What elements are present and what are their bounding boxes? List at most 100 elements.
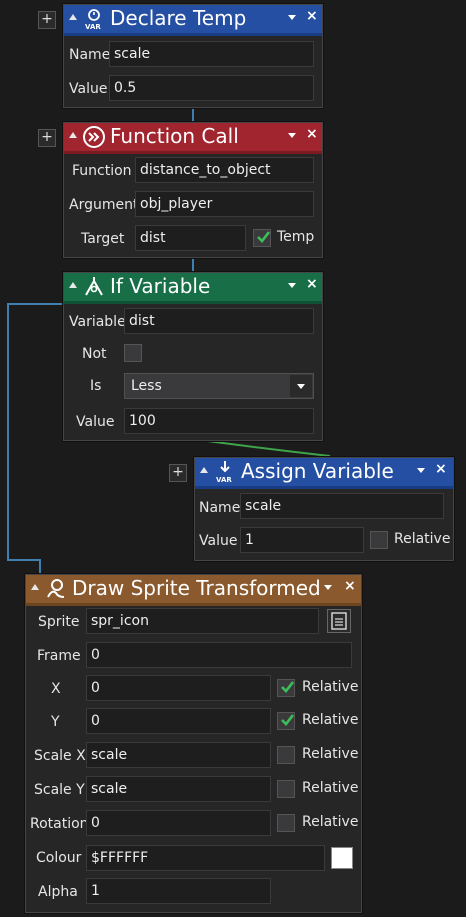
- is-dropdown-value: Less: [131, 378, 162, 394]
- variable-label: Variable: [69, 314, 126, 330]
- block-title: Draw Sprite Transformed: [72, 576, 321, 600]
- block-menu-icon[interactable]: [417, 468, 425, 473]
- colour-swatch[interactable]: [331, 847, 353, 869]
- relative-label: Relative: [302, 679, 359, 695]
- name-label: Name: [199, 500, 241, 516]
- chevron-down-icon[interactable]: [290, 375, 312, 397]
- declare-temp-header[interactable]: VAR Declare Temp ×: [64, 5, 322, 36]
- colour-field[interactable]: $FFFFFF: [86, 845, 325, 871]
- not-checkbox[interactable]: [124, 344, 142, 362]
- name-label: Name: [69, 47, 111, 63]
- collapse-icon[interactable]: [69, 282, 77, 288]
- if-variable-block[interactable]: If Variable × Variable dist Not Is Less …: [63, 272, 323, 441]
- add-block-button[interactable]: +: [169, 464, 187, 482]
- close-icon[interactable]: ×: [306, 8, 318, 24]
- target-field[interactable]: dist: [135, 225, 246, 251]
- add-block-button[interactable]: +: [38, 129, 56, 147]
- block-menu-icon[interactable]: [288, 133, 296, 138]
- collapse-icon[interactable]: [69, 132, 77, 138]
- variable-field[interactable]: dist: [124, 308, 314, 334]
- scale-x-relative-checkbox[interactable]: [277, 746, 295, 764]
- frame-label: Frame: [37, 648, 81, 664]
- relative-label: Relative: [302, 780, 359, 796]
- scale-y-relative-checkbox[interactable]: [277, 780, 295, 798]
- wire-if-to-draw-sprite: [7, 303, 64, 576]
- function-call-block[interactable]: Function Call × Function distance_to_obj…: [63, 122, 323, 258]
- sprite-list-icon: [331, 612, 347, 630]
- block-menu-icon[interactable]: [288, 283, 296, 288]
- function-label: Function: [72, 163, 132, 179]
- sprite-field[interactable]: spr_icon: [86, 608, 319, 634]
- var-download-icon: VAR: [216, 461, 232, 484]
- scale-y-label: Scale Y: [34, 782, 85, 798]
- rotation-relative-checkbox[interactable]: [277, 814, 295, 832]
- name-field[interactable]: scale: [240, 493, 444, 519]
- close-icon[interactable]: ×: [344, 578, 356, 594]
- y-label: Y: [51, 714, 60, 730]
- x-field[interactable]: 0: [86, 675, 271, 701]
- rotation-field[interactable]: 0: [86, 810, 271, 836]
- close-icon[interactable]: ×: [306, 276, 318, 292]
- argument-label: Argument: [69, 197, 139, 213]
- not-label: Not: [82, 346, 107, 362]
- branch-icon: [85, 277, 103, 296]
- relative-label: Relative: [302, 814, 359, 830]
- collapse-icon[interactable]: [69, 14, 77, 20]
- sprite-brush-icon: [47, 579, 65, 598]
- relative-label: Relative: [394, 531, 451, 547]
- value-field[interactable]: 0.5: [109, 75, 314, 101]
- close-icon[interactable]: ×: [435, 461, 447, 477]
- close-icon[interactable]: ×: [306, 126, 318, 142]
- svg-text:VAR: VAR: [85, 23, 101, 31]
- relative-checkbox[interactable]: [370, 531, 388, 549]
- scale-x-label: Scale X: [34, 748, 86, 764]
- block-menu-icon[interactable]: [324, 585, 332, 590]
- function-field[interactable]: distance_to_object: [135, 157, 314, 183]
- block-title: If Variable: [110, 274, 211, 298]
- value-field[interactable]: 1: [240, 527, 364, 553]
- y-relative-checkbox[interactable]: [277, 712, 295, 730]
- relative-label: Relative: [302, 712, 359, 728]
- relative-label: Relative: [302, 746, 359, 762]
- assign-variable-header[interactable]: VAR Assign Variable ×: [195, 458, 453, 489]
- alpha-label: Alpha: [38, 884, 78, 900]
- is-label: Is: [90, 378, 102, 394]
- checkmark-icon: [281, 681, 294, 693]
- frame-field[interactable]: 0: [86, 642, 352, 668]
- block-title: Declare Temp: [110, 6, 247, 30]
- checkmark-icon: [281, 714, 294, 726]
- block-title: Function Call: [110, 124, 239, 148]
- name-field[interactable]: scale: [109, 41, 314, 67]
- add-block-button[interactable]: +: [38, 11, 56, 29]
- temp-label: Temp: [277, 229, 315, 245]
- block-title: Assign Variable: [241, 459, 394, 483]
- draw-sprite-transformed-block[interactable]: Draw Sprite Transformed × Sprite spr_ico…: [25, 574, 362, 913]
- argument-field[interactable]: obj_player: [135, 191, 314, 217]
- block-menu-icon[interactable]: [288, 15, 296, 20]
- collapse-icon[interactable]: [31, 584, 39, 590]
- x-label: X: [51, 681, 61, 697]
- scale-y-field[interactable]: scale: [86, 776, 271, 802]
- sprite-browser-button[interactable]: [327, 609, 351, 633]
- draw-sprite-header[interactable]: Draw Sprite Transformed ×: [26, 575, 361, 606]
- if-variable-header[interactable]: If Variable ×: [64, 273, 322, 304]
- alpha-field[interactable]: 1: [86, 878, 271, 904]
- collapse-icon[interactable]: [200, 467, 208, 473]
- is-dropdown[interactable]: Less: [124, 373, 314, 399]
- value-field[interactable]: 100: [124, 408, 314, 434]
- value-label: Value: [69, 81, 108, 97]
- x-relative-checkbox[interactable]: [277, 679, 295, 697]
- rotation-label: Rotation: [30, 816, 89, 832]
- function-call-header[interactable]: Function Call ×: [64, 123, 322, 154]
- scale-x-field[interactable]: scale: [86, 742, 271, 768]
- value-label: Value: [76, 414, 115, 430]
- value-label: Value: [199, 533, 238, 549]
- declare-temp-block[interactable]: VAR Declare Temp × Name scale Value 0.5: [63, 4, 323, 108]
- colour-label: Colour: [36, 850, 82, 866]
- y-field[interactable]: 0: [86, 708, 271, 734]
- assign-variable-block[interactable]: VAR Assign Variable × Name scale Value 1…: [194, 457, 454, 561]
- checkmark-icon: [257, 231, 270, 243]
- sprite-label: Sprite: [38, 614, 80, 630]
- var-timer-icon: VAR: [85, 9, 101, 31]
- temp-checkbox[interactable]: [253, 229, 271, 247]
